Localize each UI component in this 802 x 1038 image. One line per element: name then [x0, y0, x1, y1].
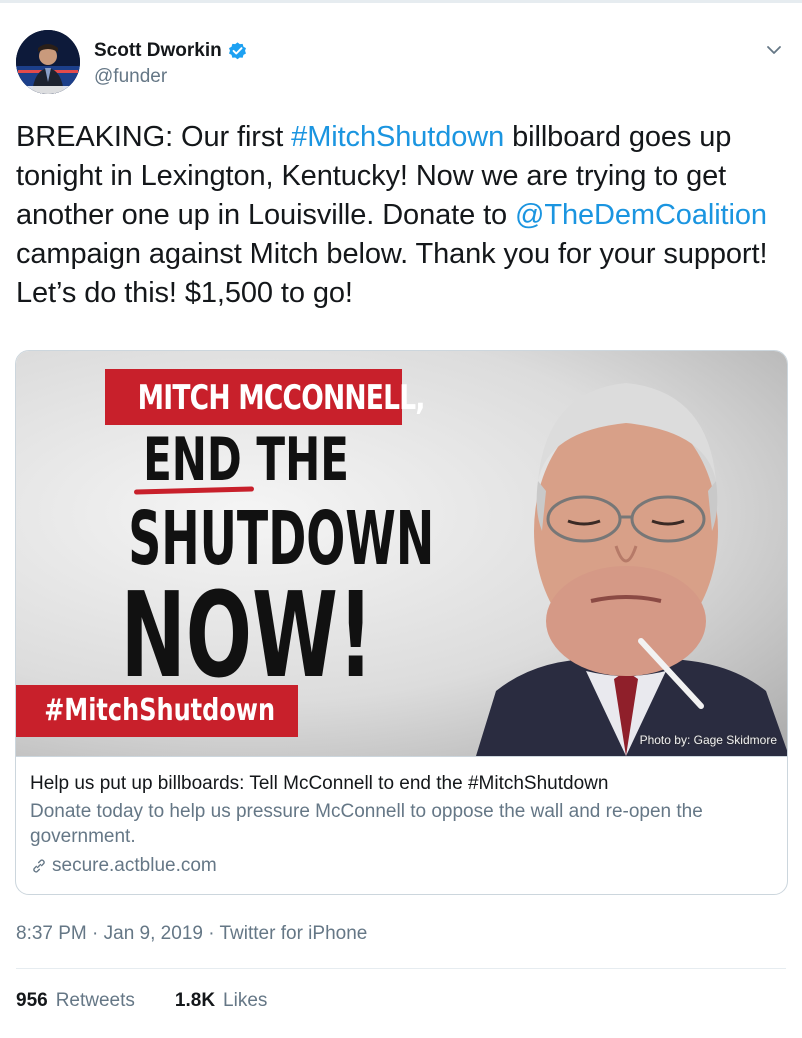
verified-badge-icon: [227, 41, 248, 62]
link-icon: [33, 858, 45, 873]
avatar[interactable]: [16, 30, 80, 94]
card-body[interactable]: Help us put up billboards: Tell McConnel…: [16, 756, 787, 894]
likes-label[interactable]: Likes: [223, 990, 267, 1012]
tweet-header: Scott Dworkin @funder: [16, 30, 786, 100]
card-title[interactable]: Help us put up billboards: Tell McConnel…: [30, 771, 775, 797]
card-url[interactable]: secure.actblue.com: [30, 853, 775, 878]
card-image[interactable]: MITCH MCCONNELL, END THE SHUTDOWN NOW! #…: [16, 351, 787, 756]
divider: [16, 968, 786, 969]
likes-count[interactable]: 1.8K: [175, 990, 215, 1012]
tweet-stats: 956 Retweets 1.8K Likes: [16, 990, 307, 1012]
mention-link[interactable]: @TheDemCoalition: [515, 199, 767, 231]
display-name[interactable]: Scott Dworkin: [94, 40, 222, 62]
chevron-down-icon[interactable]: [764, 40, 784, 60]
card-description: Donate today to help us pressure McConne…: [30, 801, 703, 847]
banner-bottom-text: #MitchShutdown: [44, 693, 276, 728]
headline-end-the: END THE: [143, 425, 349, 495]
name-row: Scott Dworkin: [94, 40, 248, 62]
hashtag-link[interactable]: #MitchShutdown: [291, 121, 504, 153]
user-handle[interactable]: @funder: [94, 66, 167, 88]
tweet-text: BREAKING: Our first #MitchShutdown billb…: [16, 118, 796, 313]
retweets-label[interactable]: Retweets: [56, 990, 135, 1012]
portrait-illustration: [476, 383, 787, 756]
tweet-timestamp[interactable]: 8:37 PM · Jan 9, 2019 · Twitter for iPho…: [16, 923, 367, 945]
card-url-text[interactable]: secure.actblue.com: [52, 853, 217, 878]
photo-credit: Photo by: Gage Skidmore: [639, 733, 777, 747]
top-border: [0, 0, 802, 3]
retweets-count[interactable]: 956: [16, 990, 48, 1012]
link-card[interactable]: MITCH MCCONNELL, END THE SHUTDOWN NOW! #…: [15, 350, 788, 895]
banner-top-text: MITCH MCCONNELL,: [137, 378, 426, 418]
headline-now: NOW!: [120, 566, 374, 704]
tweet-text-segment: BREAKING: Our first: [16, 121, 292, 153]
